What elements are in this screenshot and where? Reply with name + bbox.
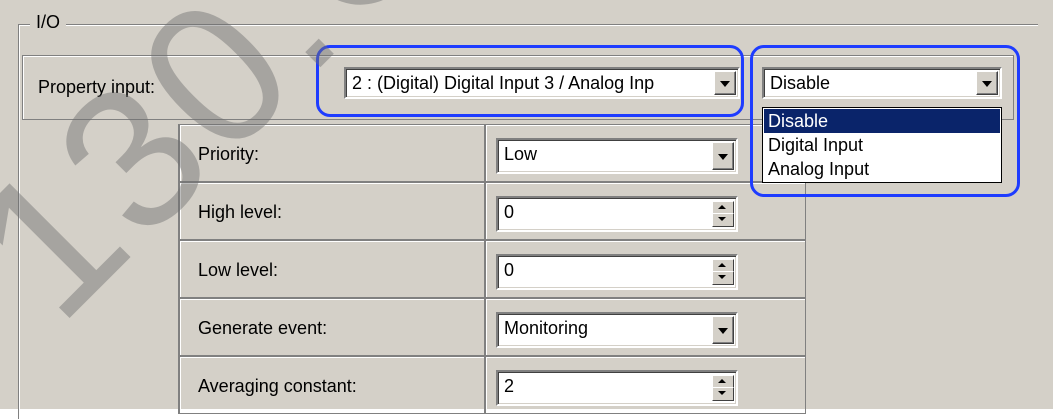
row-generate-event-value-cell: Monitoring <box>485 298 806 356</box>
channel-highlight-outline <box>316 45 744 117</box>
priority-label: Priority: <box>198 144 260 164</box>
priority-combo-value: Low <box>504 144 538 164</box>
high-level-spinbox[interactable]: 0 <box>496 196 738 232</box>
spin-up-icon <box>718 205 726 209</box>
property-input-label: Property input: <box>38 77 156 97</box>
averaging-constant-label: Averaging constant: <box>198 376 357 396</box>
high-level-decrement-button[interactable] <box>712 213 734 227</box>
high-level-value: 0 <box>504 202 515 222</box>
generate-event-value: Monitoring <box>504 318 589 338</box>
low-level-value: 0 <box>504 260 515 280</box>
averaging-constant-decrement-button[interactable] <box>712 387 734 401</box>
generate-event-label: Generate event: <box>198 318 328 338</box>
mode-highlight-outline <box>750 45 1020 197</box>
generate-event-combo[interactable]: Monitoring <box>496 312 738 348</box>
spin-up-icon <box>718 379 726 383</box>
priority-combo[interactable]: Low <box>496 138 738 174</box>
chevron-down-icon <box>718 328 728 334</box>
row-generate-event-label-cell: Generate event: <box>179 298 485 356</box>
row-priority-label-cell: Priority: <box>179 124 485 182</box>
high-level-label: High level: <box>198 202 283 222</box>
row-averaging-constant-value-cell: 2 <box>485 356 806 414</box>
spin-down-icon <box>718 217 726 221</box>
io-group-label: I/O <box>30 10 67 34</box>
spin-down-icon <box>718 275 726 279</box>
spin-down-icon <box>718 391 726 395</box>
priority-dropdown-button[interactable] <box>712 142 734 170</box>
low-level-spinbox[interactable]: 0 <box>496 254 738 290</box>
chevron-down-icon <box>718 154 728 160</box>
spin-up-icon <box>718 263 726 267</box>
row-averaging-constant-label-cell: Averaging constant: <box>179 356 485 414</box>
generate-event-dropdown-button[interactable] <box>712 316 734 344</box>
low-level-label: Low level: <box>198 260 279 280</box>
io-settings-table: Priority: Low High level: 0 Low level: 0… <box>178 124 806 414</box>
row-low-level-value-cell: 0 <box>485 240 806 298</box>
averaging-constant-spinbox[interactable]: 2 <box>496 370 738 406</box>
row-low-level-label-cell: Low level: <box>179 240 485 298</box>
low-level-decrement-button[interactable] <box>712 271 734 285</box>
averaging-constant-value: 2 <box>504 376 515 396</box>
row-high-level-label-cell: High level: <box>179 182 485 240</box>
